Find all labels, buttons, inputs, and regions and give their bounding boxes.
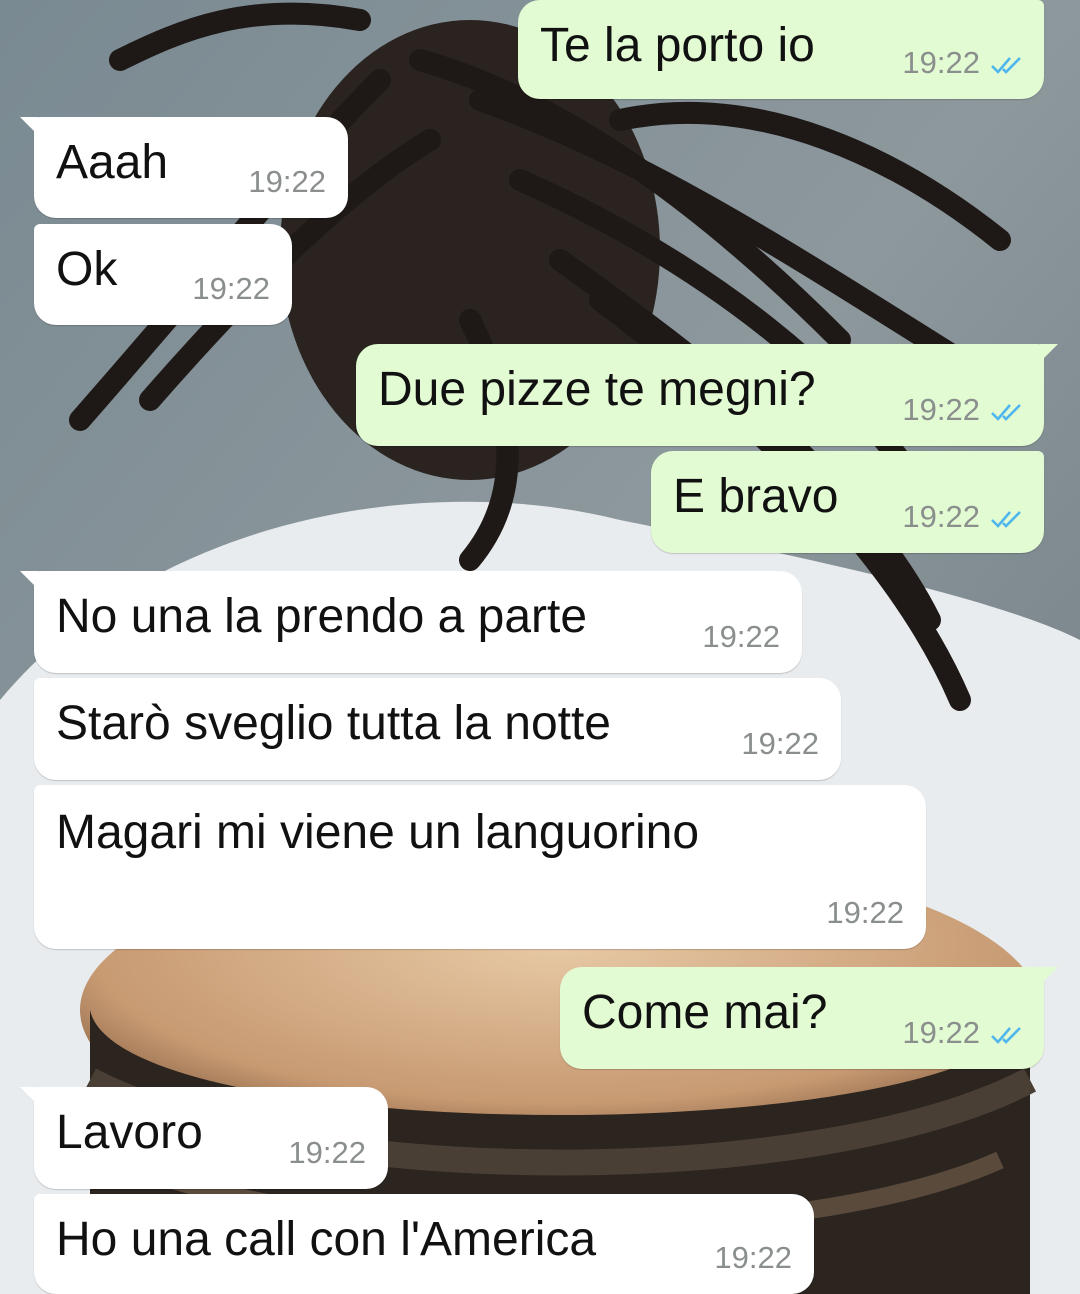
message-text: Aaah [56,136,169,189]
message-text: E bravo [673,470,839,523]
message-bubble-incoming[interactable]: Ho una call con l'America 19:22 [34,1194,814,1294]
message-text: Due pizze te megni? [378,363,816,416]
message-bubble-incoming[interactable]: No una la prendo a parte 19:22 [20,571,802,673]
bubble-tail [20,1087,38,1105]
message-bubble-incoming[interactable]: Magari mi viene un languorino 19:22 [34,785,926,949]
message-bubble-incoming[interactable]: Starò sveglio tutta la notte 19:22 [34,678,841,780]
double-check-icon [991,511,1021,528]
message-text: Come mai? [582,986,828,1039]
message-text: Te la porto io [540,19,815,72]
bubble-tail [20,571,38,589]
message-bubble-incoming[interactable]: Ok 19:22 [34,224,292,325]
message-bubble-outgoing[interactable]: E bravo 19:22 [651,451,1044,553]
bubble-tail [1040,967,1058,985]
message-time: 19:22 [714,1240,792,1275]
message-time: 19:22 [702,619,780,654]
message-bubble-incoming[interactable]: Lavoro 19:22 [20,1087,388,1189]
message-text: Ho una call con l'America [56,1213,597,1266]
message-text: No una la prendo a parte [56,590,588,643]
message-bubble-outgoing[interactable]: Come mai? 19:22 [560,967,1058,1069]
bubble-tail [20,117,38,135]
message-time: 19:22 [902,392,980,427]
message-text: Lavoro [56,1106,203,1159]
message-time: 19:22 [288,1135,366,1170]
message-bubble-outgoing[interactable]: Te la porto io 19:22 [518,0,1044,99]
message-text: Starò sveglio tutta la notte [56,697,611,750]
message-time: 19:22 [902,1015,980,1050]
message-time: 19:22 [192,271,270,306]
double-check-icon [991,1027,1021,1044]
double-check-icon [991,57,1021,74]
message-text: Ok [56,243,118,296]
message-time: 19:22 [826,895,904,930]
message-time: 19:22 [741,726,819,761]
double-check-icon [991,404,1021,421]
bubble-tail [1040,344,1058,362]
message-list[interactable]: Te la porto io 19:22 Aaah 19:22 Ok 19:22… [0,0,1080,1294]
message-bubble-incoming[interactable]: Aaah 19:22 [20,117,348,218]
message-text: Magari mi viene un languorino [56,806,700,859]
message-time: 19:22 [902,45,980,80]
message-time: 19:22 [248,164,326,199]
message-bubble-outgoing[interactable]: Due pizze te megni? 19:22 [356,344,1058,446]
message-time: 19:22 [902,499,980,534]
